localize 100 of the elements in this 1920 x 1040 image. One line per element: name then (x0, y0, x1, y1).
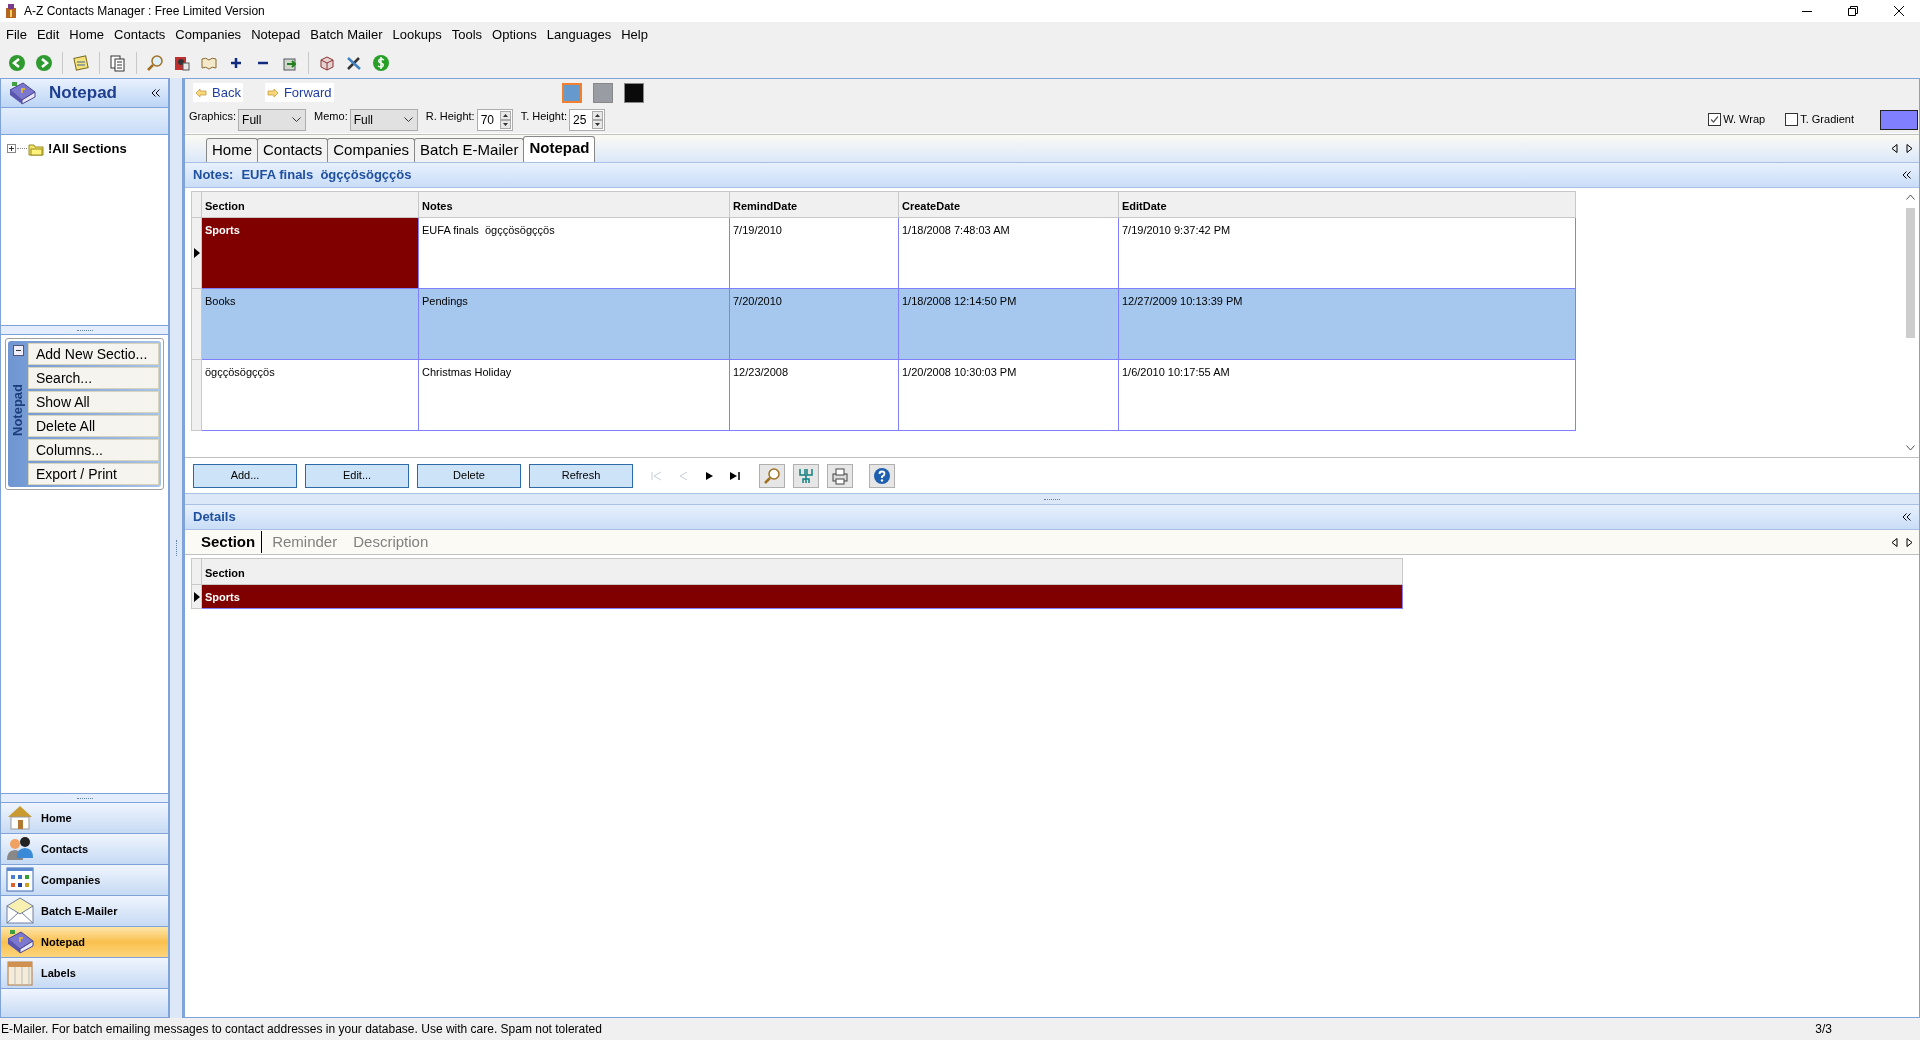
scroll-up-icon (1906, 194, 1915, 200)
column-header[interactable]: Notes (419, 191, 730, 218)
task-item[interactable]: Search... (28, 367, 159, 389)
restore-icon[interactable] (1848, 6, 1858, 16)
nav-button[interactable]: Batch E-Mailer (0, 895, 169, 927)
book-icon (5, 927, 35, 957)
help-button[interactable] (869, 463, 895, 488)
color-swatch[interactable] (592, 82, 613, 103)
spinner-field[interactable]: 70 (476, 108, 513, 131)
arrow-left-icon (195, 87, 207, 98)
menu-item[interactable]: Companies (170, 23, 247, 47)
close-icon[interactable] (1894, 6, 1904, 16)
scroll-right-icon[interactable] (1906, 144, 1913, 153)
header-value: EUFA finals ögççösögççös (241, 166, 412, 185)
column-header[interactable]: Section (202, 558, 1403, 585)
scroll-left-icon[interactable] (1891, 144, 1898, 153)
column-header[interactable]: RemindDate (730, 191, 899, 218)
spinner-field[interactable]: 25 (569, 108, 606, 131)
menu-item[interactable]: Notepad (246, 23, 306, 47)
next-record-icon[interactable] (703, 470, 715, 481)
color-swatch[interactable] (623, 82, 644, 103)
table-cell: Sports (202, 218, 419, 289)
task-item[interactable]: Columns... (28, 439, 159, 461)
action-button[interactable]: Delete (417, 463, 521, 488)
menu-item[interactable]: Batch Mailer (305, 23, 388, 47)
checkbox[interactable] (1708, 113, 1722, 126)
section-title: Details (193, 508, 236, 527)
column-header[interactable]: CreateDate (899, 191, 1119, 218)
task-item[interactable]: Delete All (28, 415, 159, 437)
nav-button[interactable]: Labels (0, 957, 169, 989)
forward-icon[interactable] (35, 54, 53, 72)
nav-button[interactable]: Companies (0, 864, 169, 896)
dollar-icon[interactable] (372, 54, 390, 72)
task-item[interactable]: Export / Print (28, 463, 159, 485)
tab[interactable]: Contacts (257, 138, 329, 162)
action-button[interactable]: Add... (193, 463, 297, 488)
expand-icon[interactable] (7, 144, 16, 154)
row-header[interactable] (191, 218, 202, 289)
notepad-icon[interactable] (72, 54, 90, 72)
task-item[interactable]: Add New Sectio... (28, 343, 159, 365)
checkbox[interactable] (1785, 113, 1799, 126)
address-card-icon[interactable] (173, 54, 191, 72)
menu-item[interactable]: Lookups (387, 23, 447, 47)
scroll-right-icon[interactable] (1906, 537, 1913, 547)
menu-item[interactable]: Help (616, 23, 653, 47)
double-chevron-icon[interactable] (1902, 513, 1911, 521)
scroll-down-icon (1906, 445, 1915, 451)
tree-item[interactable]: !All Sections (48, 139, 127, 159)
table-cell: 12/23/2008 (730, 360, 899, 431)
action-button[interactable]: Edit... (305, 463, 409, 488)
double-chevron-icon[interactable] (1902, 171, 1911, 179)
forward-button[interactable]: Forward (264, 82, 334, 103)
color-box[interactable] (1880, 109, 1918, 130)
row-header[interactable] (191, 585, 202, 609)
nav-button[interactable]: Notepad (0, 926, 169, 958)
tab[interactable]: Description (347, 530, 435, 554)
pages-icon[interactable] (109, 54, 127, 72)
tab[interactable]: Notepad (523, 136, 596, 162)
nav-button[interactable]: Home (0, 802, 169, 834)
last-record-icon[interactable] (729, 470, 741, 481)
back-icon[interactable] (8, 54, 26, 72)
tab[interactable]: Section (195, 530, 263, 554)
menu-item[interactable]: Options (487, 23, 542, 47)
header-label: Notes: (193, 166, 234, 185)
table-cell: 7/20/2010 (730, 289, 899, 360)
box-icon[interactable] (318, 54, 336, 72)
columns-icon (797, 466, 815, 485)
dropdown[interactable]: Full (238, 108, 307, 131)
record-count: 3/3 (1815, 1021, 1832, 1038)
collapse-icon[interactable] (12, 345, 24, 356)
task-item[interactable]: Show All (28, 391, 159, 413)
search-button[interactable] (759, 463, 785, 488)
table-cell: 1/20/2008 10:30:03 PM (899, 360, 1119, 431)
tab[interactable]: Reminder (266, 530, 344, 554)
menu-item[interactable]: Languages (541, 23, 617, 47)
column-header[interactable]: EditDate (1119, 191, 1576, 218)
back-button[interactable]: Back (193, 82, 243, 103)
tab[interactable]: Batch E-Mailer (414, 138, 525, 162)
menu-item[interactable]: Edit (31, 23, 65, 47)
column-header[interactable]: Section (202, 191, 419, 218)
columns-button[interactable] (793, 463, 819, 488)
search-icon[interactable] (146, 54, 164, 72)
table-cell: EUFA finals ögççösögççös (419, 218, 730, 289)
header-corner (191, 191, 202, 218)
menu-item[interactable]: Tools (446, 23, 488, 47)
folder-icon (28, 141, 44, 156)
tab[interactable]: Home (206, 138, 258, 162)
menu-item[interactable]: File (1, 23, 32, 47)
printer-button[interactable] (827, 463, 853, 488)
dropdown[interactable]: Full (349, 108, 418, 131)
scroll-left-icon[interactable] (1891, 537, 1898, 547)
printer-icon (831, 466, 849, 485)
tab[interactable]: Companies (327, 138, 416, 162)
menu-item[interactable]: Home (64, 23, 110, 47)
field-label: Graphics: (189, 109, 237, 125)
menu-item[interactable]: Contacts (109, 23, 171, 47)
color-swatch[interactable] (561, 82, 582, 103)
action-button[interactable]: Refresh (529, 463, 633, 488)
double-chevron-icon[interactable] (151, 89, 160, 97)
nav-button[interactable]: Contacts (0, 833, 169, 865)
